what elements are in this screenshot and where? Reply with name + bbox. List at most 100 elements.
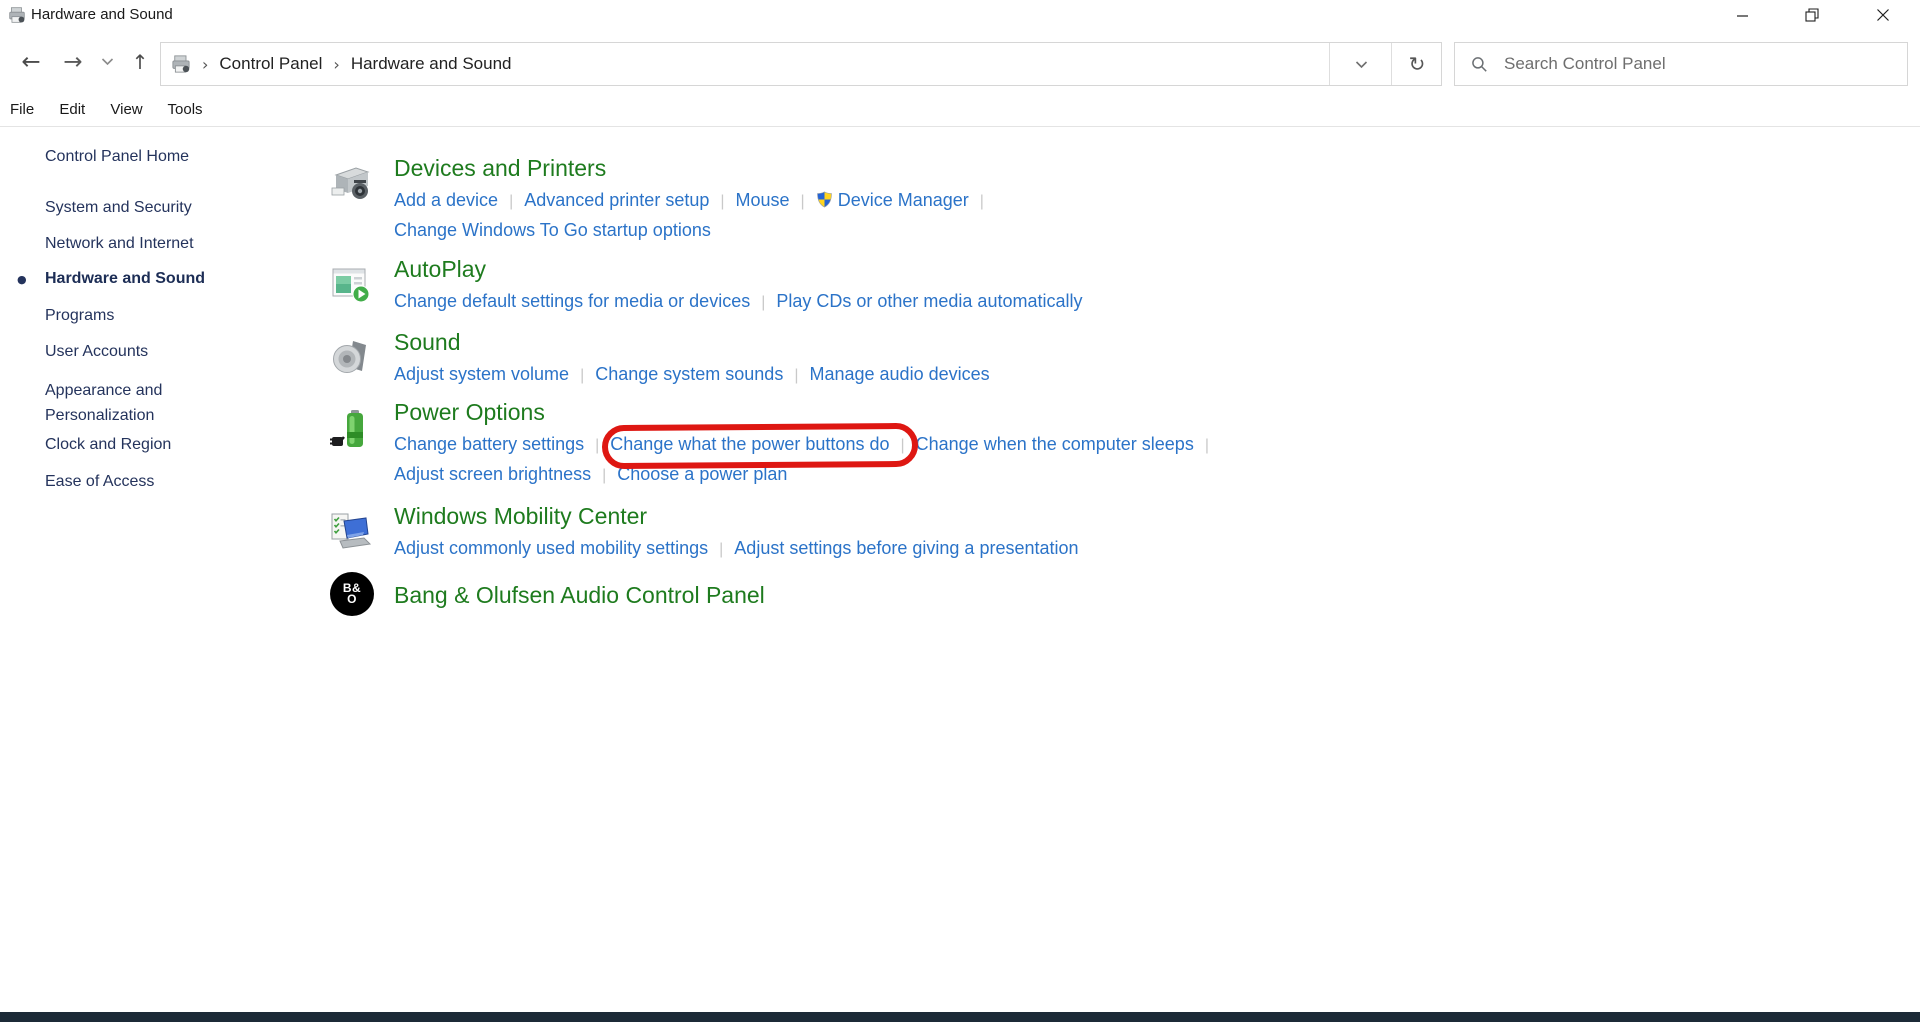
sidebar-item-appearance-and-personalization[interactable]: Appearance and Personalization <box>45 378 235 428</box>
links-row: Change default settings for media or dev… <box>394 287 1430 317</box>
links-row: Change Windows To Go startup options <box>394 216 1430 244</box>
search-input[interactable] <box>1502 53 1907 75</box>
link-mouse[interactable]: Mouse <box>736 190 790 210</box>
breadcrumb-control-panel[interactable]: Control Panel <box>219 54 322 74</box>
bo-logo-line2: O <box>347 594 357 605</box>
chevron-down-icon <box>1355 60 1368 69</box>
link-separator: | <box>980 193 984 210</box>
link-change-power-buttons[interactable]: Change what the power buttons do <box>610 434 889 454</box>
printer-icon <box>171 54 191 75</box>
menu-edit[interactable]: Edit <box>59 101 85 118</box>
link-add-a-device[interactable]: Add a device <box>394 190 498 210</box>
sidebar-item-system-and-security[interactable]: System and Security <box>45 199 192 217</box>
links-row: Adjust commonly used mobility settings | A… <box>394 534 1430 564</box>
power-battery-icon <box>330 407 372 449</box>
section-title-autoplay[interactable]: AutoPlay <box>394 254 486 284</box>
autoplay-icon <box>330 264 372 306</box>
section-title-windows-mobility-center[interactable]: Windows Mobility Center <box>394 501 647 531</box>
section-title-devices-and-printers[interactable]: Devices and Printers <box>394 153 606 183</box>
link-separator: | <box>900 437 904 454</box>
sidebar-item-user-accounts[interactable]: User Accounts <box>45 343 148 361</box>
sidebar-item-clock-and-region[interactable]: Clock and Region <box>45 436 171 454</box>
breadcrumb-chevron: › <box>333 55 339 74</box>
menu-file[interactable]: File <box>10 101 34 118</box>
link-separator: | <box>719 541 723 558</box>
speaker-icon <box>330 337 372 379</box>
title-bar: Hardware and Sound <box>0 0 1920 30</box>
printer-camera-icon <box>330 163 372 205</box>
address-dropdown-button[interactable] <box>1329 43 1392 85</box>
menu-bar: File Edit View Tools <box>10 101 224 123</box>
link-adjust-mobility-settings[interactable]: Adjust commonly used mobility settings <box>394 538 708 558</box>
link-separator: | <box>602 467 606 484</box>
link-separator: | <box>801 193 805 210</box>
menu-tools[interactable]: Tools <box>168 101 203 118</box>
section-power-options: Power Options Change battery settings|Ch… <box>330 397 1430 490</box>
restore-icon <box>1805 8 1819 22</box>
link-separator: | <box>1205 437 1209 454</box>
link-adjust-system-volume[interactable]: Adjust system volume <box>394 364 569 384</box>
address-bar[interactable]: › Control Panel › Hardware and Sound ↻ <box>160 42 1442 86</box>
chevron-down-icon <box>101 57 114 66</box>
sidebar-item-control-panel-home[interactable]: Control Panel Home <box>45 148 189 166</box>
links-row: Change battery settings | Change what the … <box>394 430 1430 460</box>
links-row: Adjust system volume | Change system sound… <box>394 360 1430 390</box>
minimize-button[interactable] <box>1719 0 1765 30</box>
control-panel-window: Hardware and Sound ← → ↑ <box>0 0 1920 1022</box>
section-windows-mobility-center: Windows Mobility Center Adjust commonly … <box>330 501 1430 564</box>
section-devices-and-printers: Devices and Printers Add a device | Advanc… <box>330 153 1430 244</box>
link-separator: | <box>509 193 513 210</box>
recent-pages-button[interactable] <box>96 54 118 70</box>
link-adjust-screen-brightness[interactable]: Adjust screen brightness <box>394 464 591 484</box>
link-change-when-computer-sleeps[interactable]: Change when the computer sleeps <box>916 434 1194 454</box>
back-button[interactable]: ← <box>16 46 46 78</box>
link-play-cds-automatically[interactable]: Play CDs or other media automatically <box>776 291 1082 311</box>
link-separator: | <box>580 367 584 384</box>
forward-button[interactable]: → <box>58 46 88 78</box>
link-adjust-presentation-settings[interactable]: Adjust settings before giving a presenta… <box>734 538 1078 558</box>
breadcrumb: › Control Panel › Hardware and Sound <box>171 43 512 85</box>
up-button[interactable]: ↑ <box>125 46 155 78</box>
sidebar-item-ease-of-access[interactable]: Ease of Access <box>45 473 154 491</box>
sidebar-item-programs[interactable]: Programs <box>45 307 114 325</box>
breadcrumb-hardware-and-sound[interactable]: Hardware and Sound <box>351 54 512 74</box>
link-change-system-sounds[interactable]: Change system sounds <box>595 364 783 384</box>
search-box <box>1454 42 1908 86</box>
breadcrumb-chevron: › <box>202 55 208 74</box>
links-row: Adjust screen brightness | Choose a power … <box>394 460 1430 490</box>
mobility-center-icon <box>330 511 372 553</box>
link-manage-audio-devices[interactable]: Manage audio devices <box>809 364 989 384</box>
bang-olufsen-icon: B& O <box>330 572 374 616</box>
links-row: Add a device | Advanced printer setup | Mous… <box>394 186 1430 216</box>
link-device-manager[interactable]: Device Manager <box>816 190 969 210</box>
window-title: Hardware and Sound <box>31 0 173 30</box>
link-change-battery-settings[interactable]: Change battery settings <box>394 434 584 454</box>
restore-button[interactable] <box>1789 0 1835 30</box>
link-separator: | <box>720 193 724 210</box>
menu-view[interactable]: View <box>110 101 142 118</box>
section-title-power-options[interactable]: Power Options <box>394 397 545 427</box>
section-bang-olufsen: B& O Bang & Olufsen Audio Control Panel <box>330 580 1430 610</box>
printer-icon <box>8 6 26 24</box>
uac-shield-icon <box>816 188 833 216</box>
active-item-bullet: ● <box>17 273 27 286</box>
link-choose-a-power-plan[interactable]: Choose a power plan <box>617 464 787 484</box>
section-sound: Sound Adjust system volume | Change system… <box>330 327 1430 390</box>
link-advanced-printer-setup[interactable]: Advanced printer setup <box>524 190 709 210</box>
minimize-icon <box>1736 9 1749 22</box>
link-change-windows-to-go[interactable]: Change Windows To Go startup options <box>394 220 711 240</box>
close-button[interactable] <box>1860 0 1906 30</box>
search-icon <box>1471 56 1488 73</box>
link-separator: | <box>761 294 765 311</box>
taskbar-edge <box>0 1012 1920 1022</box>
sidebar-item-network-and-internet[interactable]: Network and Internet <box>45 235 194 253</box>
menu-separator <box>0 126 1920 127</box>
close-icon <box>1876 8 1890 22</box>
sidebar-item-hardware-and-sound[interactable]: Hardware and Sound <box>45 270 205 288</box>
section-title-bang-olufsen[interactable]: Bang & Olufsen Audio Control Panel <box>394 580 765 610</box>
section-title-sound[interactable]: Sound <box>394 327 461 357</box>
link-change-default-media-settings[interactable]: Change default settings for media or dev… <box>394 291 750 311</box>
refresh-button[interactable]: ↻ <box>1391 43 1442 85</box>
section-autoplay: AutoPlay Change default settings for med… <box>330 254 1430 317</box>
link-separator: | <box>595 437 599 454</box>
